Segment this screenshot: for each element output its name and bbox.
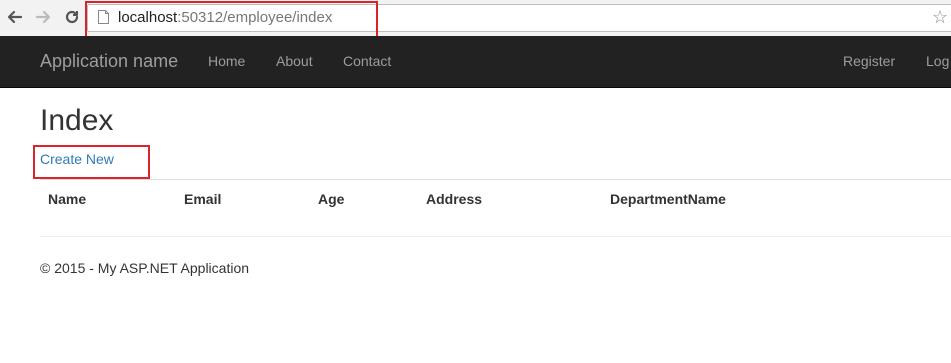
footer-text: © 2015 - My ASP.NET Application — [40, 260, 250, 276]
reload-icon — [65, 10, 79, 24]
bookmark-star-icon[interactable]: ☆ — [932, 6, 948, 28]
create-new-link[interactable]: Create New — [40, 150, 114, 168]
column-header-address: Address — [426, 191, 483, 207]
page-icon — [98, 10, 109, 24]
column-header-email: Email — [184, 191, 222, 207]
nav-link-register[interactable]: Register — [843, 36, 895, 86]
reload-button[interactable] — [62, 7, 82, 27]
back-button[interactable] — [5, 7, 25, 27]
url-host: localhost — [118, 9, 178, 26]
footer-divider — [40, 236, 951, 237]
brand-link[interactable]: Application name — [40, 36, 178, 86]
forward-arrow-icon — [35, 10, 51, 24]
nav-link-contact[interactable]: Contact — [343, 36, 391, 86]
url-path: :50312/employee/index — [177, 9, 333, 26]
nav-link-login[interactable]: Log — [926, 36, 949, 86]
url-text: localhost:50312/employee/index — [118, 9, 332, 27]
forward-button[interactable] — [33, 7, 53, 27]
browser-toolbar: localhost:50312/employee/index ☆ — [0, 0, 951, 37]
back-arrow-icon — [7, 10, 23, 24]
column-header-department-name: DepartmentName — [610, 191, 726, 207]
column-header-age: Age — [318, 191, 345, 207]
table-header-border — [40, 179, 951, 180]
site-navbar: Application name Home About Contact Regi… — [0, 36, 951, 88]
page-title: Index — [40, 104, 114, 137]
column-header-name: Name — [48, 191, 87, 207]
nav-link-home[interactable]: Home — [208, 36, 245, 86]
nav-link-about[interactable]: About — [276, 36, 313, 86]
address-bar[interactable]: localhost:50312/employee/index ☆ — [87, 4, 951, 32]
